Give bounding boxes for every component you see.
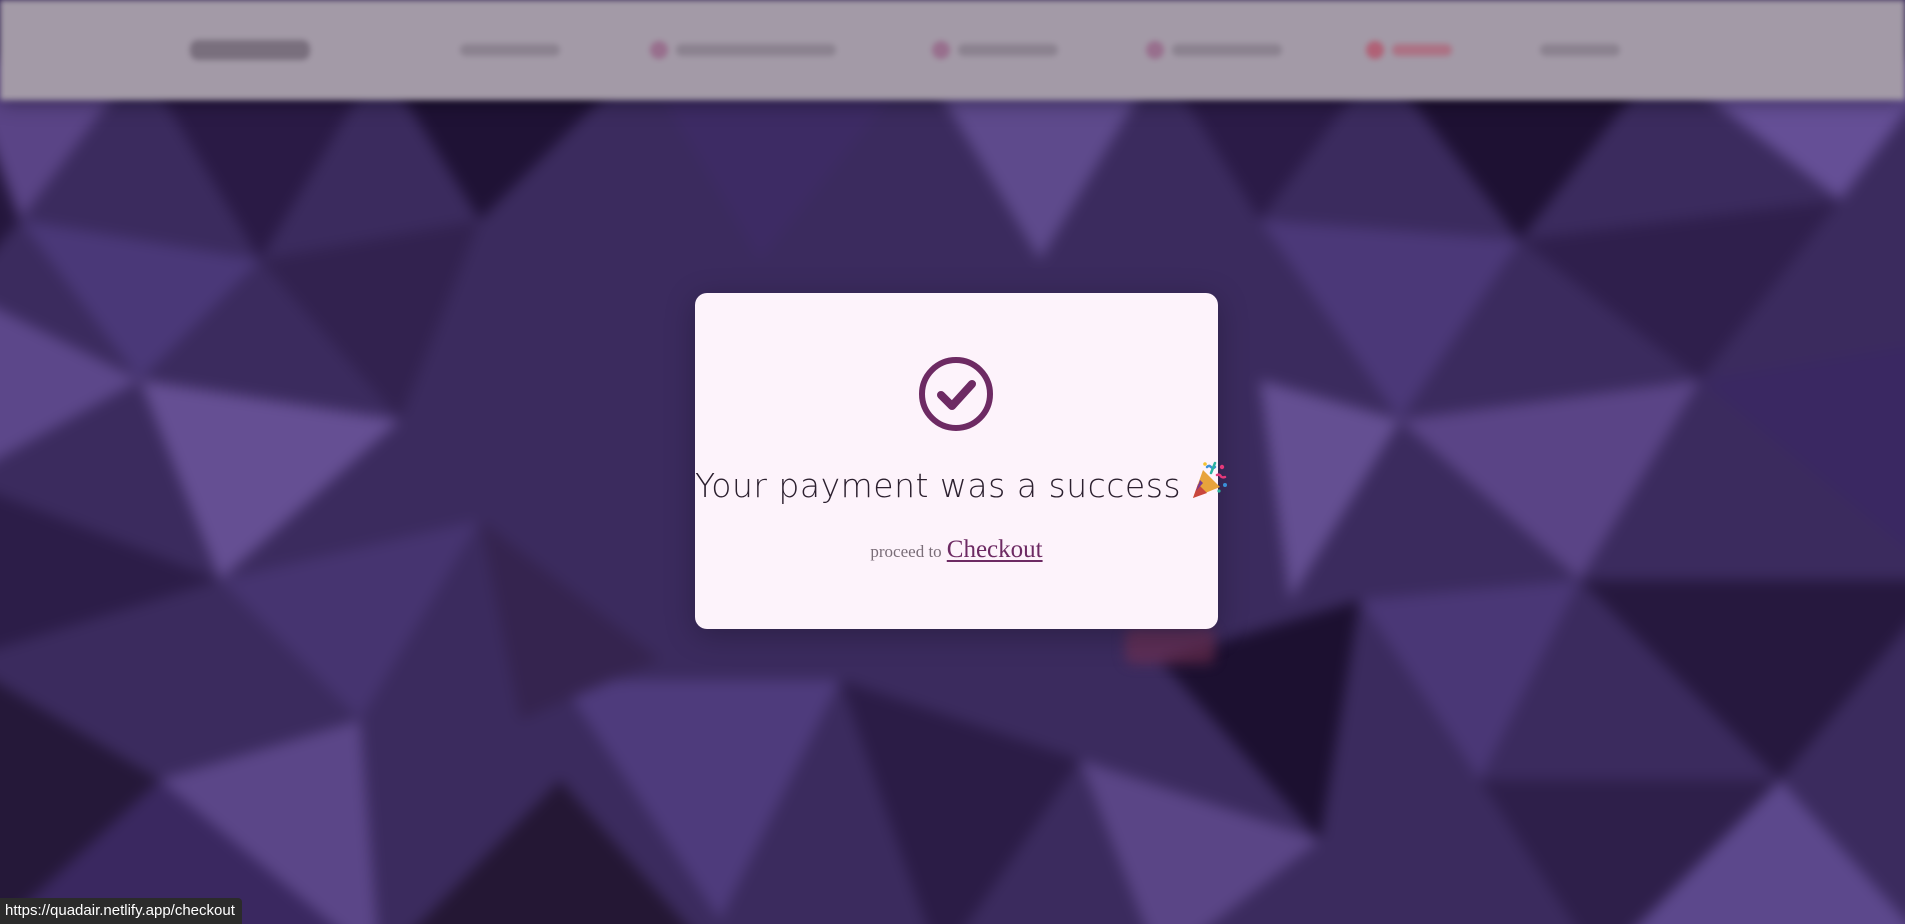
blurred-background-button [1125, 628, 1215, 664]
nav-item [460, 44, 560, 56]
check-circle-icon [918, 356, 994, 432]
nav-icon [1366, 41, 1384, 59]
success-headline: Your payment was a success [695, 461, 1228, 509]
nav-icon [932, 41, 950, 59]
nav-item [1392, 44, 1452, 56]
page: Your payment was a success proceed to Ch… [0, 0, 1905, 924]
status-bar-url: https://quadair.netlify.app/checkout [0, 898, 242, 924]
success-headline-text: Your payment was a success [695, 466, 1182, 505]
payment-success-modal: Your payment was a success proceed to Ch… [695, 293, 1228, 629]
proceed-line: proceed to Checkout [695, 536, 1218, 564]
navbar-logo [190, 40, 310, 60]
nav-item [958, 44, 1058, 56]
nav-item [676, 44, 836, 56]
nav-icon [1146, 41, 1164, 59]
nav-icon [650, 41, 668, 59]
proceed-label: proceed to [870, 542, 942, 561]
blurred-navbar [0, 0, 1905, 100]
nav-item [1172, 44, 1282, 56]
nav-item [1540, 44, 1620, 56]
party-popper-icon [1189, 461, 1229, 509]
checkout-link[interactable]: Checkout [947, 536, 1043, 563]
